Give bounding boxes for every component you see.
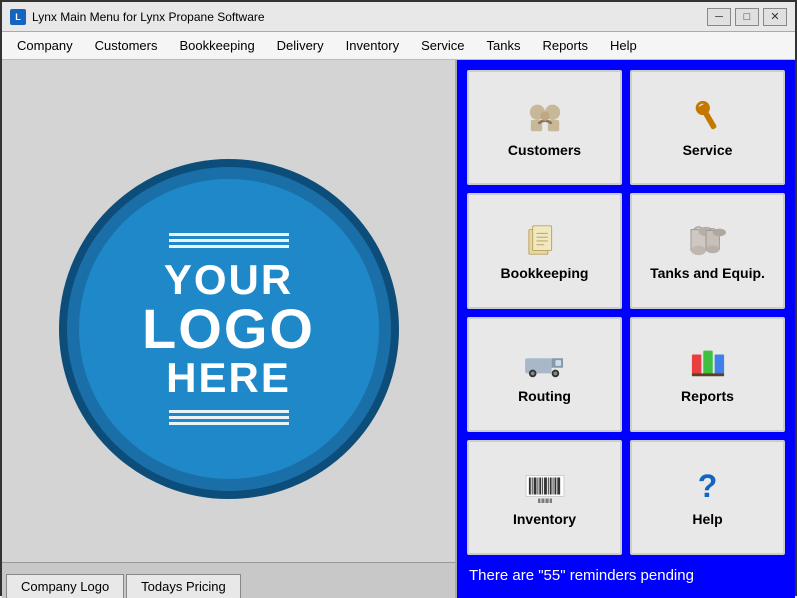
inventory-button[interactable]: ||||||||||| Inventory xyxy=(467,440,622,555)
logo-lines-top xyxy=(169,230,289,251)
service-svg xyxy=(684,99,732,135)
bookkeeping-svg xyxy=(521,222,569,258)
routing-button[interactable]: Routing xyxy=(467,317,622,432)
titlebar-left: L Lynx Main Menu for Lynx Propane Softwa… xyxy=(10,9,265,25)
logo-inner-circle: YOUR LOGO HERE xyxy=(79,179,379,479)
tanks-button[interactable]: Tanks and Equip. xyxy=(630,193,785,308)
help-label: Help xyxy=(692,511,722,527)
svg-text:|||||||||||: ||||||||||| xyxy=(537,498,552,504)
logo-text-your: YOUR xyxy=(164,259,293,301)
service-icon xyxy=(683,98,733,136)
logo-text-logo: LOGO xyxy=(142,301,315,357)
titlebar-controls: ─ □ ✕ xyxy=(707,8,787,26)
menu-delivery[interactable]: Delivery xyxy=(266,33,335,58)
tanks-label: Tanks and Equip. xyxy=(650,265,765,281)
menubar: Company Customers Bookkeeping Delivery I… xyxy=(2,32,795,60)
menu-inventory[interactable]: Inventory xyxy=(335,33,410,58)
customers-icon xyxy=(520,98,570,136)
logo-line-4 xyxy=(169,410,289,413)
logo-lines-bottom xyxy=(169,407,289,428)
menu-service[interactable]: Service xyxy=(410,33,475,58)
inventory-svg: ||||||||||| xyxy=(521,468,569,504)
logo-line-5 xyxy=(169,416,289,419)
routing-icon xyxy=(520,344,570,382)
bottom-bar: Company Logo Todays Pricing xyxy=(2,562,455,598)
customers-label: Customers xyxy=(508,142,581,158)
titlebar: L Lynx Main Menu for Lynx Propane Softwa… xyxy=(2,2,795,32)
reminder-text: There are "55" reminders pending xyxy=(467,563,785,588)
customers-svg xyxy=(521,99,569,135)
tanks-icon xyxy=(683,221,733,259)
button-grid: Customers Service xyxy=(467,70,785,555)
reports-icon xyxy=(683,344,733,382)
service-label: Service xyxy=(683,142,733,158)
logo-line-2 xyxy=(169,239,289,242)
bookkeeping-icon xyxy=(520,221,570,259)
menu-help[interactable]: Help xyxy=(599,33,648,58)
todays-pricing-tab[interactable]: Todays Pricing xyxy=(126,574,241,598)
maximize-button[interactable]: □ xyxy=(735,8,759,26)
inventory-label: Inventory xyxy=(513,511,576,527)
menu-bookkeeping[interactable]: Bookkeeping xyxy=(169,33,266,58)
company-logo-tab[interactable]: Company Logo xyxy=(6,574,124,598)
customers-button[interactable]: Customers xyxy=(467,70,622,185)
left-panel: YOUR LOGO HERE Company Logo Todays Prici… xyxy=(2,60,457,598)
right-panel: Customers Service xyxy=(457,60,795,598)
app-icon: L xyxy=(10,9,26,25)
tanks-svg xyxy=(684,222,732,258)
reports-svg xyxy=(684,345,732,381)
logo-line-1 xyxy=(169,233,289,236)
logo-line-3 xyxy=(169,245,289,248)
menu-company[interactable]: Company xyxy=(6,33,84,58)
reports-label: Reports xyxy=(681,388,734,404)
bookkeeping-button[interactable]: Bookkeeping xyxy=(467,193,622,308)
menu-customers[interactable]: Customers xyxy=(84,33,169,58)
logo-line-6 xyxy=(169,422,289,425)
menu-tanks[interactable]: Tanks xyxy=(475,33,531,58)
help-icon: ? xyxy=(683,467,733,505)
help-button[interactable]: ? Help xyxy=(630,440,785,555)
titlebar-title: Lynx Main Menu for Lynx Propane Software xyxy=(32,10,265,24)
menu-reports[interactable]: Reports xyxy=(531,33,599,58)
routing-label: Routing xyxy=(518,388,571,404)
close-button[interactable]: ✕ xyxy=(763,8,787,26)
reports-button[interactable]: Reports xyxy=(630,317,785,432)
logo-text-here: HERE xyxy=(166,357,291,399)
inventory-icon: ||||||||||| xyxy=(520,467,570,505)
question-mark-icon: ? xyxy=(698,468,718,505)
main-content: YOUR LOGO HERE Company Logo Todays Prici… xyxy=(2,60,795,598)
minimize-button[interactable]: ─ xyxy=(707,8,731,26)
logo-outer-circle: YOUR LOGO HERE xyxy=(59,159,399,499)
routing-svg xyxy=(521,345,569,381)
bookkeeping-label: Bookkeeping xyxy=(501,265,589,281)
service-button[interactable]: Service xyxy=(630,70,785,185)
